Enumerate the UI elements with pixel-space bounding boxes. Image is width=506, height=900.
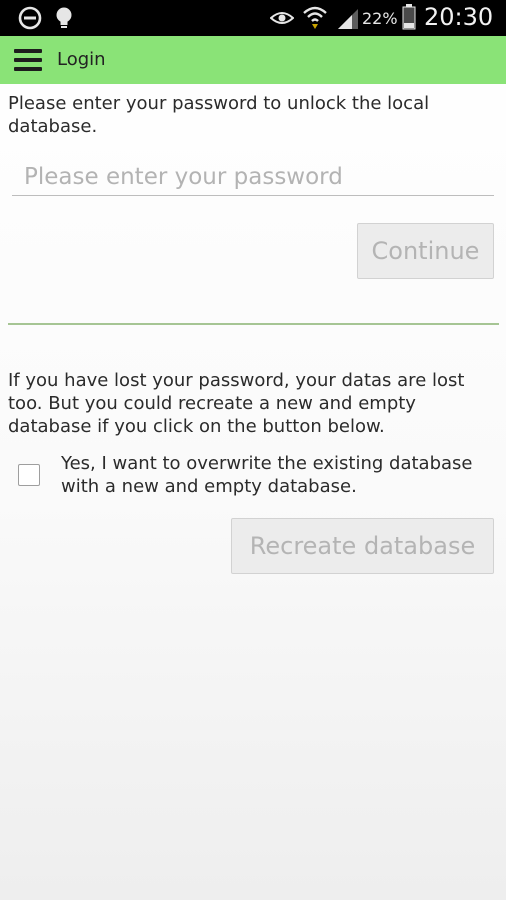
do-not-disturb-icon bbox=[18, 6, 42, 30]
overwrite-confirm-label[interactable]: Yes, I want to overwrite the existing da… bbox=[61, 452, 501, 498]
recreate-database-button[interactable]: Recreate database bbox=[231, 518, 494, 574]
password-input[interactable] bbox=[12, 158, 494, 196]
continue-button[interactable]: Continue bbox=[357, 223, 494, 279]
overwrite-confirm-checkbox[interactable] bbox=[18, 464, 40, 486]
app-bar: Login bbox=[0, 36, 506, 84]
eye-icon bbox=[270, 12, 294, 24]
signal-icon bbox=[338, 9, 358, 29]
wifi-icon bbox=[303, 6, 327, 29]
page-title: Login bbox=[57, 49, 106, 70]
section-divider bbox=[8, 323, 499, 325]
unlock-instructions: Please enter your password to unlock the… bbox=[8, 93, 430, 137]
lost-password-warning: If you have lost your password, your dat… bbox=[8, 370, 465, 437]
clock: 20:30 bbox=[424, 3, 494, 31]
battery-icon bbox=[402, 4, 416, 30]
hamburger-menu-icon[interactable] bbox=[14, 49, 42, 71]
lightbulb-icon bbox=[56, 7, 72, 28]
status-bar: 22% 20:30 bbox=[0, 0, 506, 36]
battery-percentage: 22% bbox=[362, 9, 398, 28]
